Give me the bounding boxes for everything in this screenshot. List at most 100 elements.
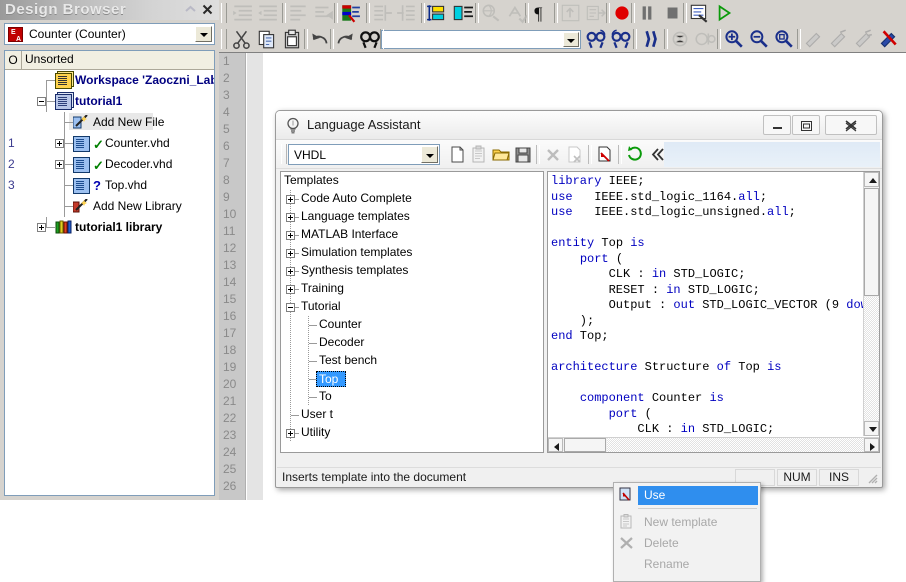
tree-row[interactable]: tutorial1 xyxy=(5,91,214,112)
tree-row[interactable]: tutorial1 library xyxy=(5,217,214,238)
find-icon[interactable] xyxy=(359,28,381,50)
minimize-button[interactable] xyxy=(763,115,791,135)
chevron-down-icon[interactable] xyxy=(563,32,579,47)
expand-icon[interactable] xyxy=(55,139,64,148)
stop-icon[interactable] xyxy=(661,2,683,24)
toolbar-grip[interactable] xyxy=(221,29,227,49)
bookmark-toggle-icon[interactable] xyxy=(426,2,448,24)
code-vertical-scrollbar[interactable] xyxy=(863,172,879,436)
template-tree-item[interactable]: Tutorial xyxy=(281,298,543,316)
tree-row[interactable]: Workspace 'Zaoczni_Lab1_ xyxy=(5,70,214,101)
undo-icon[interactable] xyxy=(309,28,331,50)
toolbar-grip[interactable] xyxy=(281,144,287,164)
tree-row[interactable]: Add New Library xyxy=(5,196,214,217)
scroll-thumb-vertical[interactable] xyxy=(864,188,879,296)
scroll-right-button[interactable] xyxy=(864,438,879,452)
code-line: use IEEE.std_logic_unsigned.all; xyxy=(551,205,861,221)
template-tree-item[interactable]: Code Auto Complete xyxy=(281,190,543,208)
save-icon[interactable] xyxy=(512,144,534,165)
template-tree-item[interactable]: Decoder xyxy=(281,334,543,352)
template-tree-item[interactable]: Utility xyxy=(281,424,543,442)
design-unit-combo[interactable]: EA Counter (Counter) xyxy=(4,23,215,45)
chevron-down-icon[interactable] xyxy=(421,146,438,163)
find-prev-icon[interactable] xyxy=(610,28,632,50)
code-horizontal-scrollbar[interactable] xyxy=(548,437,879,452)
tree-row[interactable]: Add New File xyxy=(5,112,214,133)
tree-row[interactable]: 1 ✓ Counter.vhd xyxy=(5,133,214,154)
run-icon[interactable] xyxy=(713,2,735,24)
expand-icon[interactable] xyxy=(286,249,295,258)
goto-icon[interactable] xyxy=(639,28,661,50)
expand-icon[interactable] xyxy=(286,285,295,294)
template-tree-item[interactable]: Top xyxy=(281,370,543,388)
resize-grip[interactable] xyxy=(865,471,879,485)
selected-item-highlight[interactable]: Top xyxy=(316,371,346,387)
zoom-out-icon[interactable] xyxy=(747,28,769,50)
script-icon[interactable] xyxy=(688,2,710,24)
close-button[interactable] xyxy=(825,115,877,135)
collapse-icon[interactable] xyxy=(37,97,46,106)
zoom-in-icon[interactable] xyxy=(722,28,744,50)
language-combo[interactable]: VHDL xyxy=(288,144,440,165)
tree-root[interactable]: Templates xyxy=(281,172,543,190)
close-icon[interactable] xyxy=(201,3,214,16)
template-tree-item[interactable]: Test bench xyxy=(281,352,543,370)
open-folder-icon[interactable] xyxy=(490,144,512,165)
collapse-icon[interactable] xyxy=(286,303,295,312)
column-order[interactable]: O xyxy=(5,51,22,69)
template-tree-item[interactable]: Training xyxy=(281,280,543,298)
expand-icon[interactable] xyxy=(55,160,64,169)
expand-icon[interactable] xyxy=(37,223,46,232)
context-menu-item[interactable]: Use xyxy=(614,485,760,506)
toolbar-grip[interactable] xyxy=(221,3,227,23)
expand-icon[interactable] xyxy=(286,429,295,438)
copy-icon[interactable] xyxy=(256,28,278,50)
expand-icon[interactable] xyxy=(286,195,295,204)
template-tree-item[interactable]: Language templates xyxy=(281,208,543,226)
template-tree-item[interactable]: MATLAB Interface xyxy=(281,226,543,244)
scroll-up-button[interactable] xyxy=(864,172,879,187)
chevron-down-icon[interactable] xyxy=(195,26,212,42)
expand-icon[interactable] xyxy=(286,213,295,222)
design-browser-tree[interactable]: O Unsorted Workspace 'Zaoczni_Lab1_tutor… xyxy=(4,50,215,496)
line-number: 8 xyxy=(223,173,230,187)
template-tree-item[interactable]: Counter xyxy=(281,316,543,334)
collapse-panel-icon[interactable] xyxy=(646,144,668,165)
scroll-left-button[interactable] xyxy=(548,438,563,452)
scroll-track-horizontal[interactable] xyxy=(607,438,863,452)
show-paragraph-icon[interactable]: ¶ xyxy=(530,2,552,24)
template-tree-item[interactable]: To xyxy=(281,388,543,406)
bookmark-margin[interactable] xyxy=(247,53,263,500)
paste-icon[interactable] xyxy=(281,28,303,50)
syntax-color-icon[interactable] xyxy=(339,2,361,24)
refresh-icon[interactable] xyxy=(624,144,646,165)
expand-icon[interactable] xyxy=(286,231,295,240)
remove-breakpoints-icon[interactable] xyxy=(877,28,899,50)
redo-icon[interactable] xyxy=(334,28,356,50)
use-template-icon[interactable] xyxy=(594,144,616,165)
maximize-button[interactable] xyxy=(792,115,820,135)
template-tree-item[interactable]: User t xyxy=(281,406,543,424)
code-preview[interactable]: library IEEE; use IEEE.std_logic_1164.all… xyxy=(547,171,880,453)
template-context-menu[interactable]: Use New template Delete Rename xyxy=(613,482,761,582)
template-tree-item[interactable]: Simulation templates xyxy=(281,244,543,262)
scroll-thumb-horizontal[interactable] xyxy=(564,438,606,452)
find-next-icon[interactable] xyxy=(585,28,607,50)
tree-row[interactable]: 2 ✓ Decoder.vhd xyxy=(5,154,214,175)
zoom-fit-icon[interactable] xyxy=(772,28,794,50)
scroll-down-button[interactable] xyxy=(864,421,879,436)
cut-icon[interactable] xyxy=(231,28,253,50)
bookmark-list-icon[interactable] xyxy=(451,2,473,24)
pause-icon[interactable] xyxy=(636,2,658,24)
template-tree-item[interactable]: Synthesis templates xyxy=(281,262,543,280)
templates-tree[interactable]: Templates Code Auto Complete Language temp… xyxy=(280,171,544,453)
tree-row[interactable]: 3? Top.vhd xyxy=(5,175,214,196)
expand-icon[interactable] xyxy=(286,267,295,276)
code-line: architecture Structure of Top is xyxy=(551,360,861,376)
collapse-chevron-icon[interactable] xyxy=(184,3,197,16)
column-sort[interactable]: Unsorted xyxy=(25,52,74,66)
record-icon[interactable] xyxy=(611,2,633,24)
scroll-track-vertical[interactable] xyxy=(864,297,879,420)
new-file-icon[interactable] xyxy=(446,144,468,165)
find-input[interactable] xyxy=(381,30,581,49)
